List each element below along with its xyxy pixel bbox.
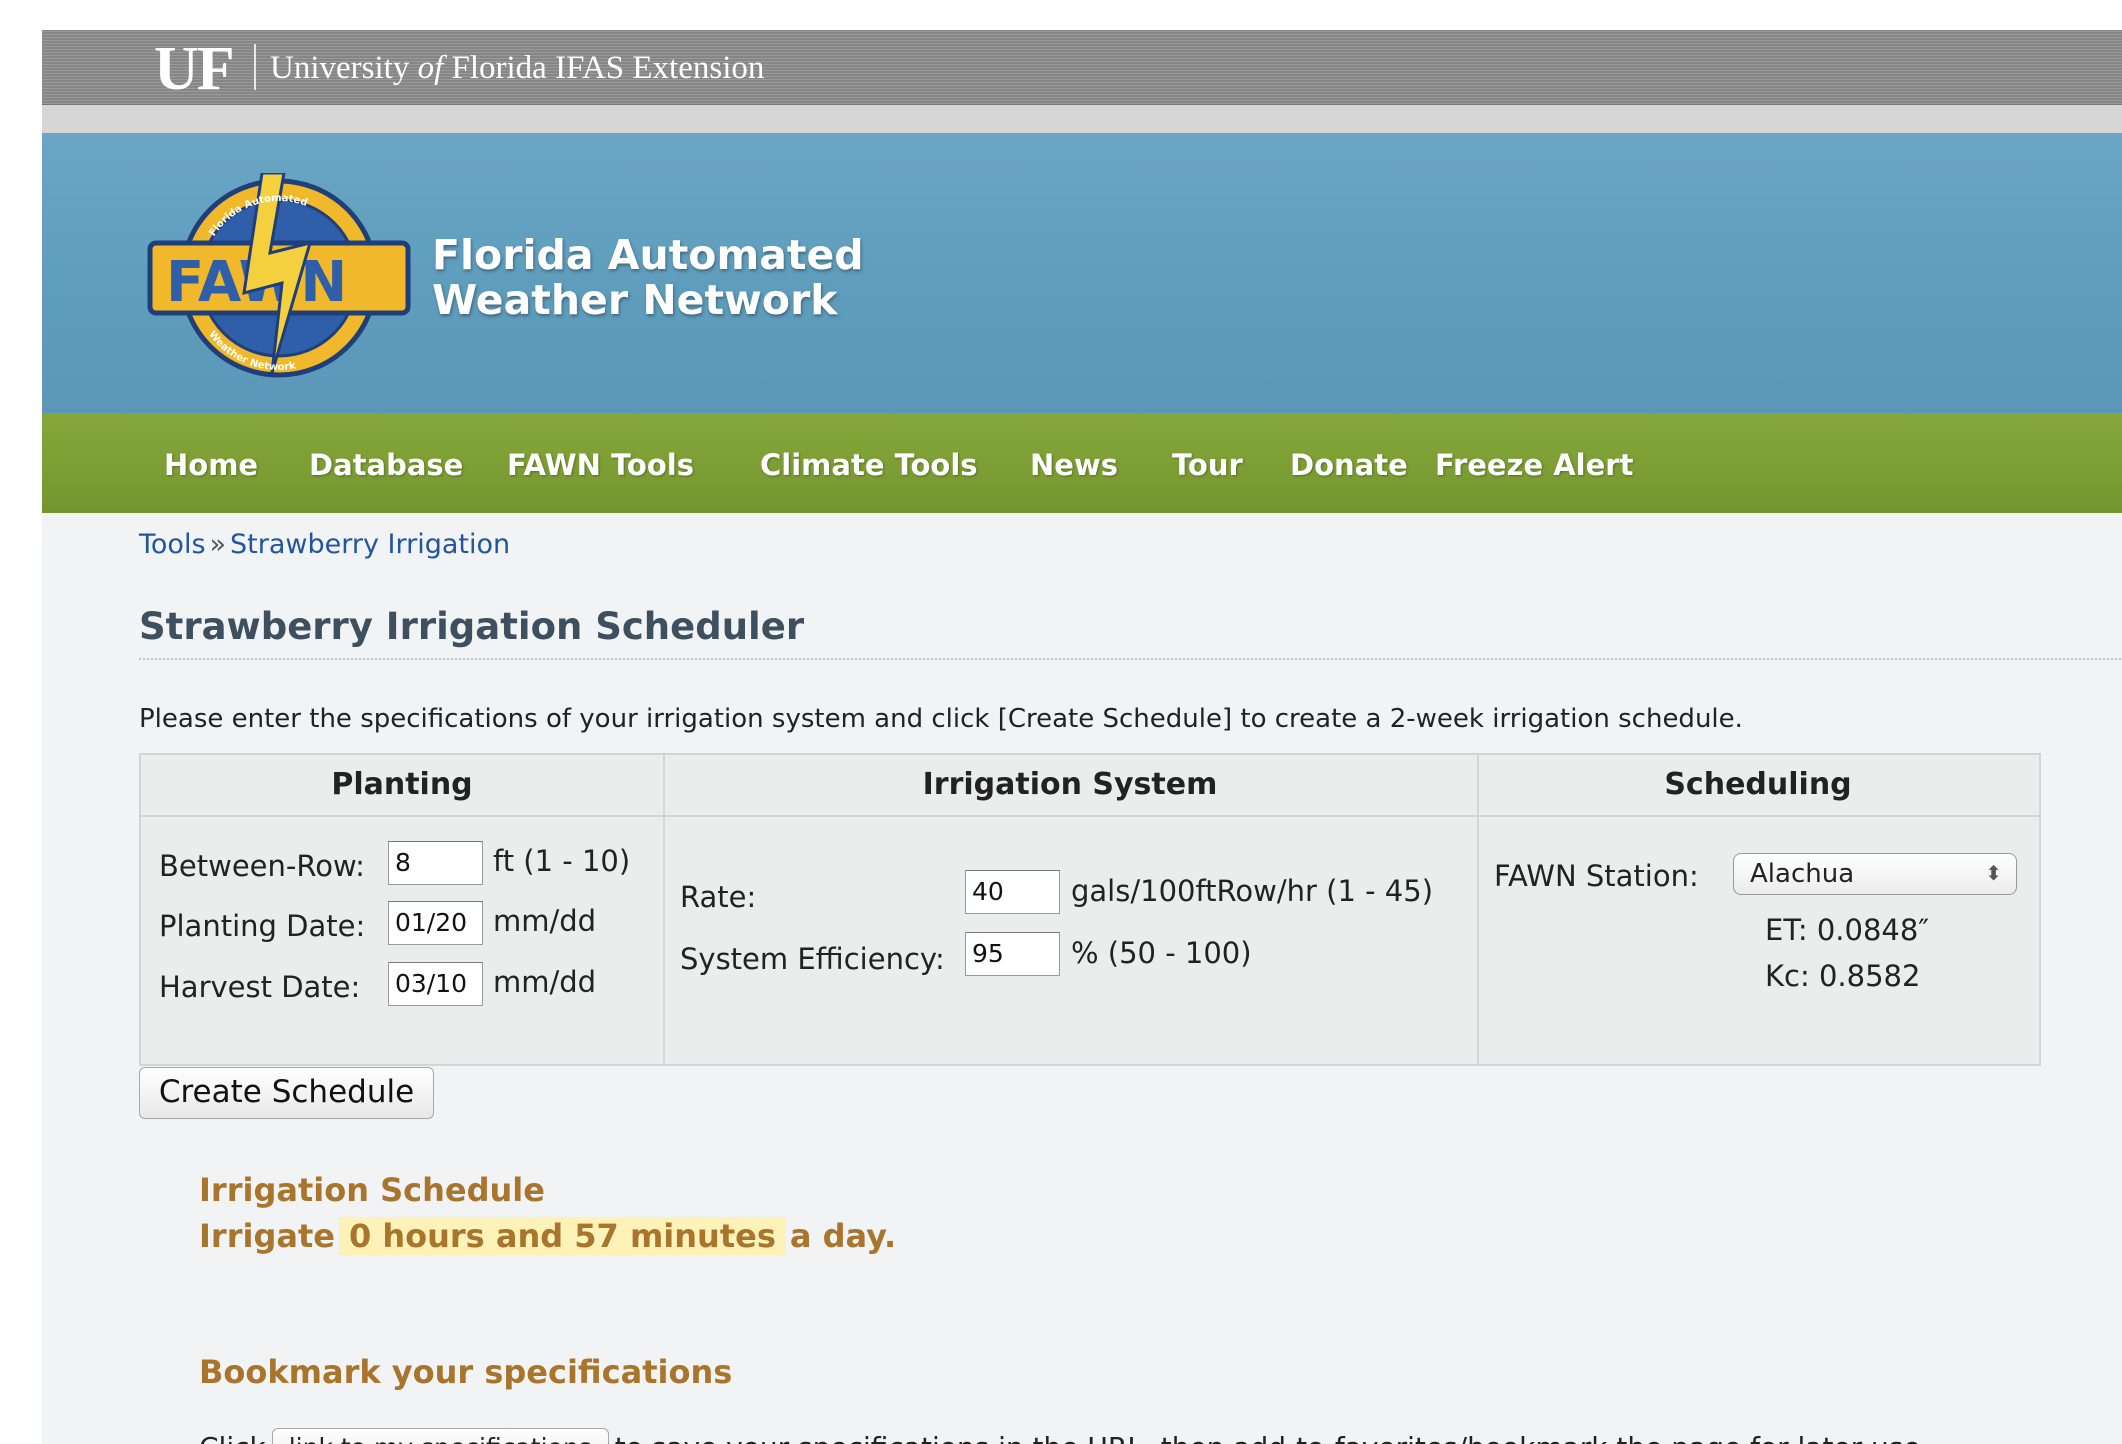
breadcrumb: Tools» Strawberry Irrigation: [139, 528, 510, 562]
link-to-specifications-button[interactable]: link to my specifications: [271, 1428, 609, 1444]
page-title: Strawberry Irrigation Scheduler: [139, 605, 805, 648]
bookmark-title: Bookmark your specifications: [199, 1353, 733, 1391]
harvest-date-label: Harvest Date:: [159, 970, 361, 1004]
specifications-form: Planting Irrigation System Scheduling Be…: [139, 753, 2041, 1066]
bookmark-instructions: Click link to my specifications to save yo…: [199, 1428, 1930, 1444]
nav-news[interactable]: News: [1030, 448, 1118, 482]
rate-input[interactable]: 40: [965, 870, 1060, 914]
fawn-station-value: Alachua: [1750, 859, 1855, 889]
breadcrumb-current[interactable]: Strawberry Irrigation: [230, 529, 510, 560]
irrigation-schedule-result: Irrigate 0 hours and 57 minutes a day.: [199, 1214, 896, 1258]
org-prefix: University: [270, 50, 410, 86]
between-row-label: Between-Row:: [159, 849, 365, 883]
harvest-date-unit: mm/dd: [493, 965, 597, 999]
org-suffix: Florida IFAS Extension: [451, 50, 765, 86]
select-arrows-icon: ⬍: [1985, 861, 2002, 885]
page: UF University of Florida IFAS Extension …: [42, 30, 2122, 1444]
header-irrigation-system: Irrigation System: [663, 755, 1477, 817]
system-efficiency-label: System Efficiency:: [680, 942, 945, 976]
site-title-line2: Weather Network: [432, 276, 838, 324]
site-title-line1: Florida Automated: [432, 231, 864, 279]
harvest-date-input[interactable]: 03/10: [388, 962, 483, 1006]
system-efficiency-unit: % (50 - 100): [1071, 936, 1252, 970]
site-title[interactable]: Florida Automated Weather Network: [432, 233, 864, 323]
nav-freeze-alert[interactable]: Freeze Alert: [1435, 448, 1633, 482]
uf-top-bar: UF University of Florida IFAS Extension: [42, 30, 2122, 105]
kc-value: Kc: 0.8582: [1765, 959, 1921, 993]
uf-org-name[interactable]: University of Florida IFAS Extension: [270, 50, 764, 86]
main-nav: Home Database FAWN Tools Climate Tools N…: [42, 413, 2122, 513]
schedule-prefix: Irrigate: [199, 1217, 335, 1255]
gray-strip: [42, 105, 2122, 133]
et-value: ET: 0.0848″: [1765, 913, 1930, 947]
nav-donate[interactable]: Donate: [1290, 448, 1408, 482]
rate-unit: gals/100ftRow/hr (1 - 45): [1071, 874, 1434, 908]
breadcrumb-tools[interactable]: Tools: [139, 529, 206, 560]
planting-date-unit: mm/dd: [493, 904, 597, 938]
create-schedule-button[interactable]: Create Schedule: [139, 1067, 434, 1119]
uf-logo[interactable]: UF: [154, 38, 235, 100]
nav-climate-tools[interactable]: Climate Tools: [760, 448, 978, 482]
fawn-station-select[interactable]: Alachua ⬍: [1733, 853, 2017, 895]
divider: [254, 44, 256, 90]
fawn-logo[interactable]: FAWN Florida Automated Weather Network: [144, 173, 414, 383]
schedule-suffix: a day.: [789, 1217, 897, 1255]
nav-tour[interactable]: Tour: [1172, 448, 1243, 482]
schedule-duration: 0 hours and 57 minutes: [338, 1217, 786, 1255]
title-divider: [139, 658, 2122, 660]
nav-fawn-tools[interactable]: FAWN Tools: [507, 448, 694, 482]
column-divider: [1477, 755, 1479, 1064]
rate-label: Rate:: [680, 880, 757, 914]
irrigation-schedule-title: Irrigation Schedule: [199, 1171, 545, 1209]
column-divider: [663, 755, 665, 1064]
intro-text: Please enter the specifications of your …: [139, 704, 1743, 734]
planting-date-input[interactable]: 01/20: [388, 901, 483, 945]
header-scheduling: Scheduling: [1477, 755, 2039, 817]
planting-date-label: Planting Date:: [159, 909, 366, 943]
between-row-input[interactable]: 8: [388, 841, 483, 885]
org-of: of: [417, 50, 444, 86]
site-header: FAWN Florida Automated Weather Network F…: [42, 133, 2122, 413]
system-efficiency-input[interactable]: 95: [965, 932, 1060, 976]
bookmark-suffix: to save your specifications in the URL, …: [615, 1431, 1930, 1444]
breadcrumb-separator: »: [209, 529, 227, 560]
header-planting: Planting: [141, 755, 663, 817]
between-row-unit: ft (1 - 10): [493, 844, 631, 878]
nav-database[interactable]: Database: [309, 448, 463, 482]
bookmark-prefix: Click: [199, 1431, 266, 1444]
nav-home[interactable]: Home: [164, 448, 258, 482]
fawn-station-label: FAWN Station:: [1494, 859, 1699, 893]
